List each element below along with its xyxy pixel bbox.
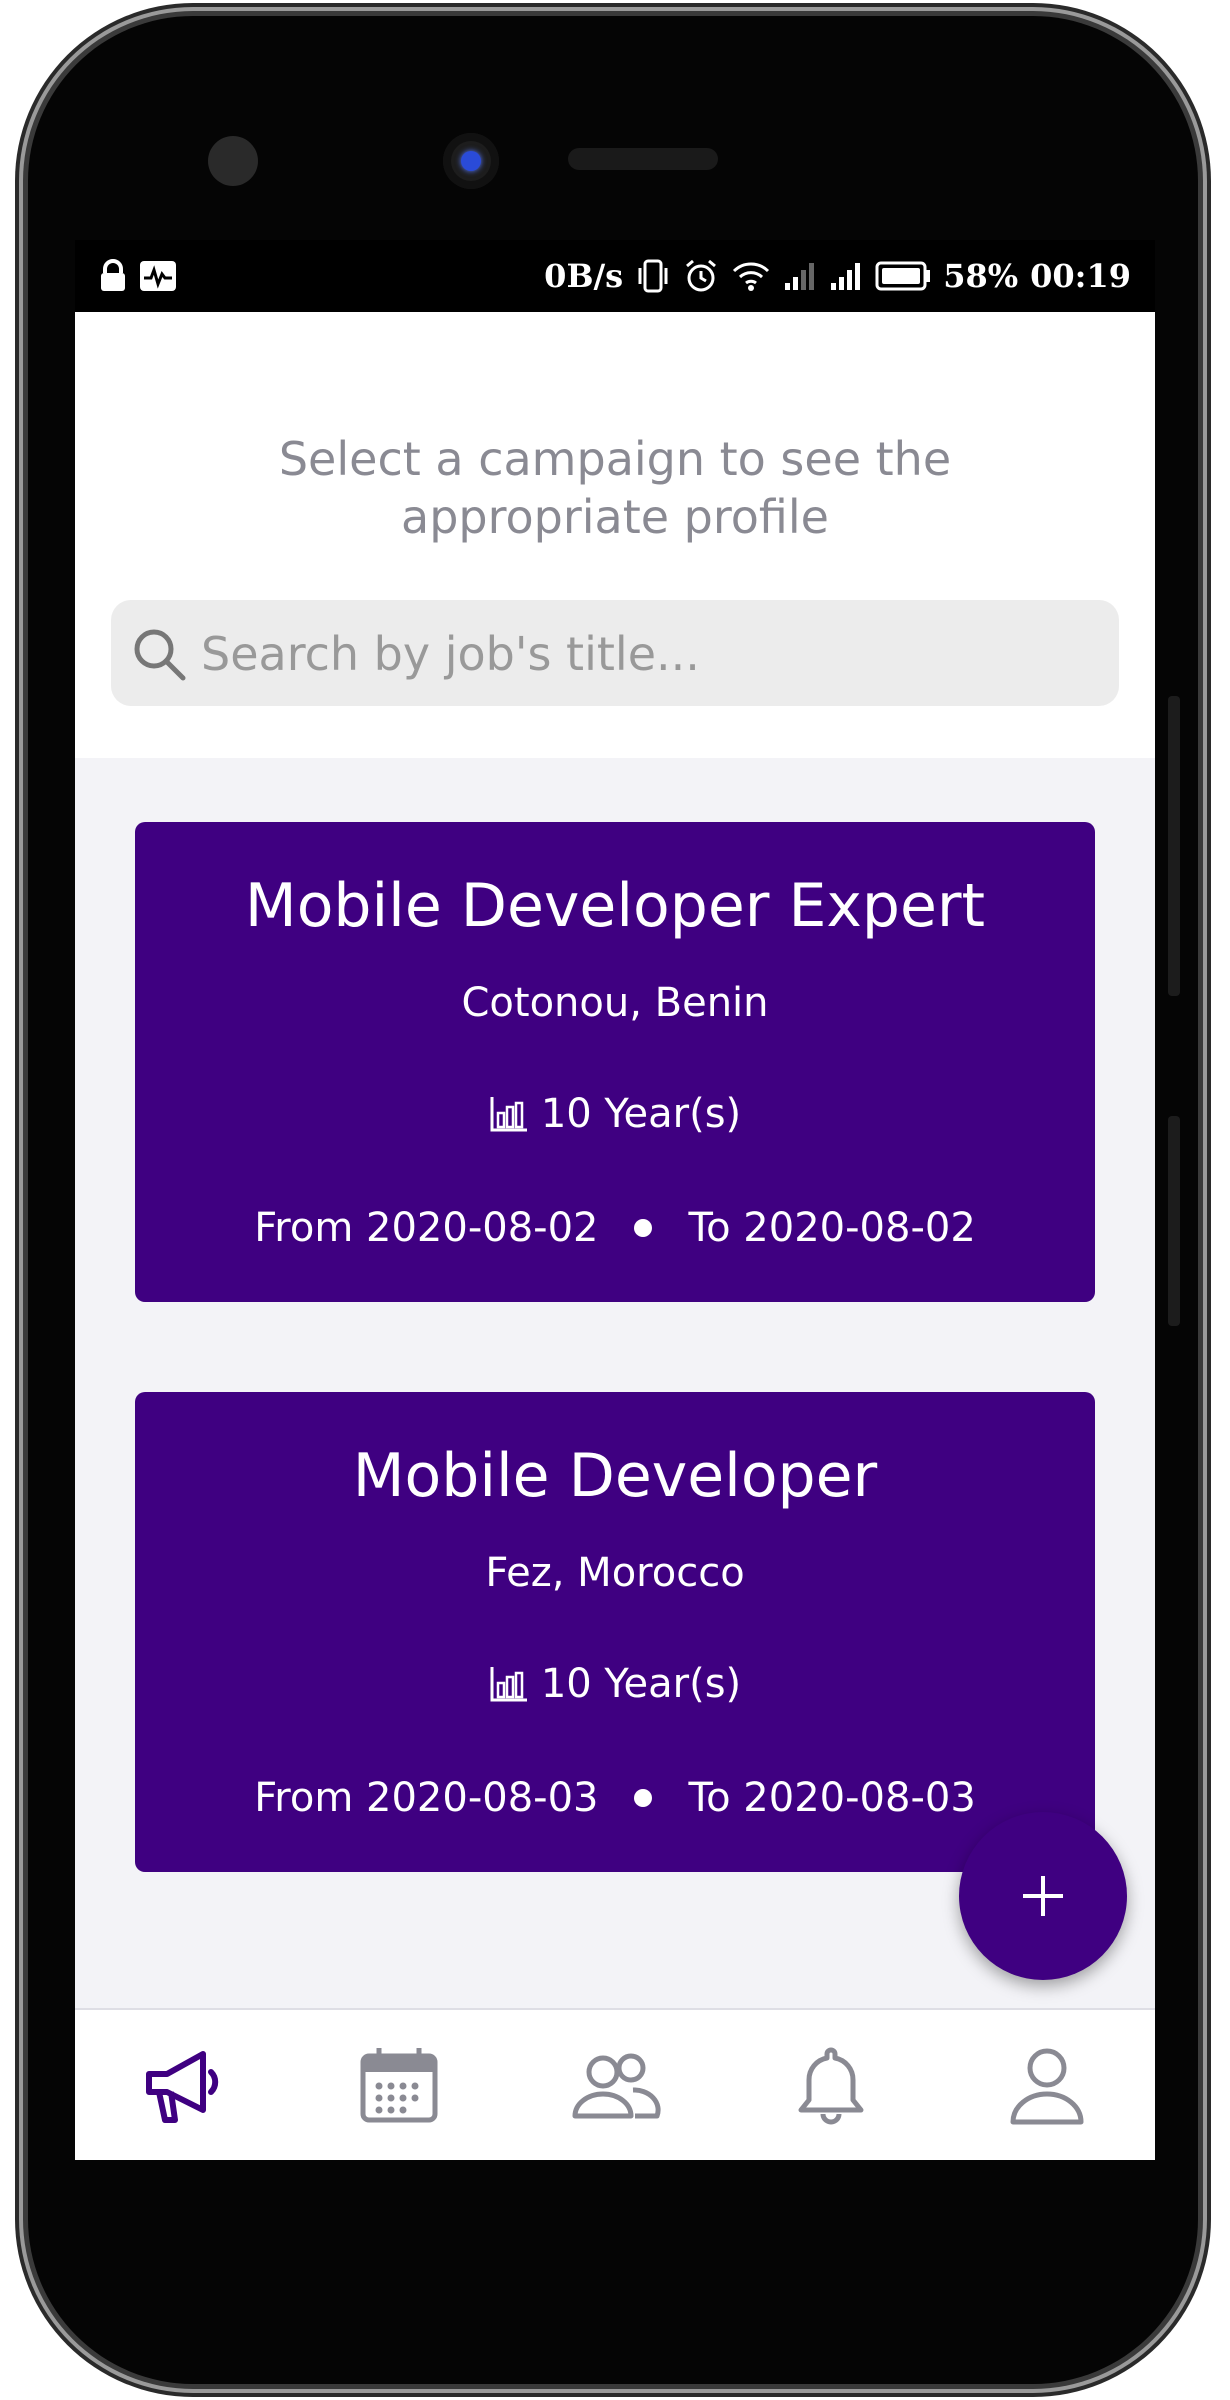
battery-percent: 58% xyxy=(943,257,1019,295)
vibrate-icon xyxy=(638,259,668,293)
separator-dot xyxy=(634,1789,653,1807)
page-subtitle: Select a campaign to see the appropriate… xyxy=(278,432,952,544)
battery-icon xyxy=(875,261,931,291)
user-icon xyxy=(1010,2048,1084,2125)
date-to: To 2020-08-03 xyxy=(688,1775,976,1821)
date-from: From 2020-08-02 xyxy=(254,1205,599,1251)
experience-label: 10 Year(s) xyxy=(540,1091,742,1137)
search-icon xyxy=(134,629,186,681)
nav-item-notifications[interactable] xyxy=(771,2026,891,2146)
campaign-title: Mobile Developer Expert xyxy=(244,871,986,941)
volume-button xyxy=(1168,696,1180,996)
date-to: To 2020-08-02 xyxy=(688,1205,976,1251)
clock: 00:19 xyxy=(1030,257,1131,295)
bell-icon xyxy=(798,2047,864,2125)
app-screen: 0B/s 58% 00:19 Select a campaign to see … xyxy=(75,240,1155,2160)
wifi-icon xyxy=(733,262,770,291)
bar-chart-icon xyxy=(490,1097,527,1132)
separator-dot xyxy=(634,1219,653,1237)
search-bar[interactable] xyxy=(111,600,1119,708)
network-speed: 0B/s xyxy=(544,257,624,295)
campaign-card[interactable]: Mobile Developer Fez, Morocco 10 Year(s)… xyxy=(135,1392,1095,1872)
add-campaign-button[interactable] xyxy=(959,1812,1127,1980)
power-button xyxy=(1168,1116,1180,1326)
header-section: Select a campaign to see the appropriate… xyxy=(75,312,1155,758)
experience-label: 10 Year(s) xyxy=(540,1661,742,1707)
nav-item-profile[interactable] xyxy=(987,2026,1107,2146)
lock-icon xyxy=(101,259,125,291)
megaphone-icon xyxy=(146,2051,219,2123)
calendar-icon xyxy=(360,2048,438,2123)
campaign-location: Cotonou, Benin xyxy=(461,980,769,1026)
plus-icon xyxy=(1023,1876,1063,1916)
campaign-location: Fez, Morocco xyxy=(485,1550,745,1596)
front-camera xyxy=(443,133,499,189)
campaign-experience: 10 Year(s) xyxy=(135,1086,1095,1142)
campaign-experience: 10 Year(s) xyxy=(135,1656,1095,1712)
nav-item-team[interactable] xyxy=(555,2026,675,2146)
nav-item-calendar[interactable] xyxy=(339,2026,459,2146)
activity-monitor-icon xyxy=(140,261,176,291)
campaign-dates: From 2020-08-03 To 2020-08-03 xyxy=(135,1772,1095,1824)
campaign-card[interactable]: Mobile Developer Expert Cotonou, Benin 1… xyxy=(135,822,1095,1302)
alarm-icon xyxy=(686,259,717,292)
date-from: From 2020-08-03 xyxy=(254,1775,599,1821)
bottom-navigation xyxy=(75,2008,1155,2160)
search-input[interactable] xyxy=(199,600,1103,708)
bar-chart-icon xyxy=(490,1667,527,1702)
nav-item-campaigns[interactable] xyxy=(123,2026,243,2146)
status-bar: 0B/s 58% 00:19 xyxy=(75,240,1155,312)
earpiece-speaker xyxy=(568,148,718,170)
signal-icon-sim1 xyxy=(785,263,815,290)
users-icon xyxy=(572,2053,661,2119)
campaign-dates: From 2020-08-02 To 2020-08-02 xyxy=(135,1202,1095,1254)
signal-icon-sim2 xyxy=(831,263,861,290)
proximity-sensor xyxy=(208,136,258,186)
campaign-title: Mobile Developer xyxy=(352,1441,878,1511)
